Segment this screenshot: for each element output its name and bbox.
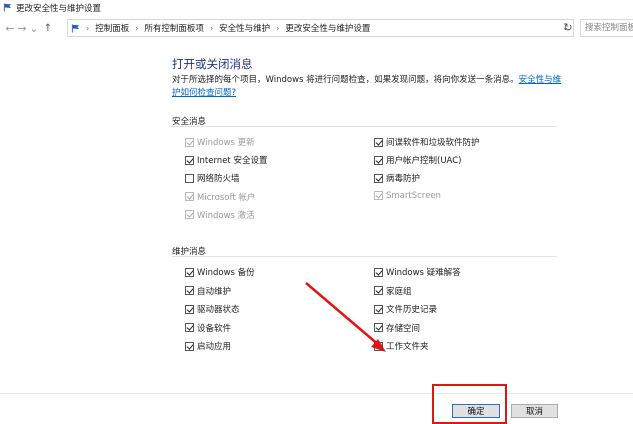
annotation-arrow (305, 282, 386, 352)
